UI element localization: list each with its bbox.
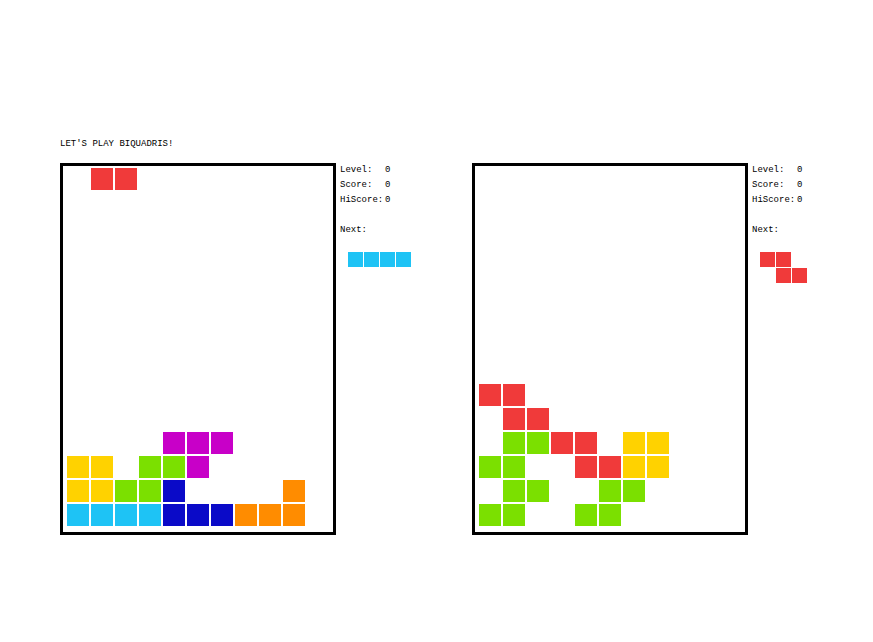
next-piece bbox=[760, 252, 872, 283]
block-cell bbox=[187, 504, 209, 526]
block-cell bbox=[139, 504, 161, 526]
stat-label: HiScore: bbox=[752, 193, 797, 208]
stat-label: Level: bbox=[340, 163, 385, 178]
block-cell bbox=[479, 384, 501, 406]
player-area: Level:0Score:0HiScore:0Next: bbox=[60, 163, 460, 535]
stat-value: 0 bbox=[385, 178, 390, 193]
block-cell bbox=[283, 480, 305, 502]
block-cell bbox=[163, 432, 185, 454]
stat-label: Score: bbox=[340, 178, 385, 193]
block-cell bbox=[599, 504, 621, 526]
block-cell bbox=[527, 408, 549, 430]
next-label: Next: bbox=[752, 223, 872, 238]
block-cell bbox=[623, 432, 645, 454]
block-cell bbox=[211, 504, 233, 526]
block-cell bbox=[139, 456, 161, 478]
block-cell bbox=[503, 384, 525, 406]
block-cell bbox=[623, 480, 645, 502]
block-cell bbox=[479, 504, 501, 526]
player-area: Level:0Score:0HiScore:0Next: bbox=[472, 163, 872, 535]
block-cell bbox=[67, 480, 89, 502]
block-cell bbox=[139, 480, 161, 502]
block-cell bbox=[163, 504, 185, 526]
block-cell bbox=[187, 432, 209, 454]
stat-value: 0 bbox=[797, 163, 802, 178]
board-grid bbox=[479, 168, 745, 526]
block-cell bbox=[91, 480, 113, 502]
block-cell bbox=[647, 456, 669, 478]
block-cell bbox=[503, 504, 525, 526]
stat-value: 0 bbox=[385, 163, 390, 178]
block-cell bbox=[115, 504, 137, 526]
stat-row: HiScore:0 bbox=[340, 193, 460, 208]
next-cell bbox=[760, 252, 775, 267]
info-panel: Level:0Score:0HiScore:0Next: bbox=[340, 163, 460, 283]
stat-row: Score:0 bbox=[752, 178, 872, 193]
block-cell bbox=[115, 168, 137, 190]
block-cell bbox=[163, 456, 185, 478]
block-cell bbox=[623, 456, 645, 478]
game-board bbox=[472, 163, 748, 535]
game-title: LET'S PLAY BIQUADRIS! bbox=[60, 139, 873, 150]
stat-row: HiScore:0 bbox=[752, 193, 872, 208]
block-cell bbox=[503, 456, 525, 478]
block-cell bbox=[259, 504, 281, 526]
block-cell bbox=[67, 504, 89, 526]
stat-label: Score: bbox=[752, 178, 797, 193]
next-cell bbox=[380, 252, 395, 267]
block-cell bbox=[599, 456, 621, 478]
block-cell bbox=[551, 432, 573, 454]
info-panel: Level:0Score:0HiScore:0Next: bbox=[752, 163, 872, 283]
block-cell bbox=[283, 504, 305, 526]
block-cell bbox=[575, 432, 597, 454]
next-cell bbox=[364, 252, 379, 267]
block-cell bbox=[503, 480, 525, 502]
block-cell bbox=[503, 432, 525, 454]
block-cell bbox=[235, 504, 257, 526]
stat-label: HiScore: bbox=[340, 193, 385, 208]
block-cell bbox=[211, 432, 233, 454]
block-cell bbox=[647, 432, 669, 454]
next-label: Next: bbox=[340, 223, 460, 238]
block-cell bbox=[575, 456, 597, 478]
block-cell bbox=[527, 480, 549, 502]
block-cell bbox=[91, 456, 113, 478]
block-cell bbox=[479, 456, 501, 478]
block-cell bbox=[91, 168, 113, 190]
stat-row: Level:0 bbox=[752, 163, 872, 178]
block-cell bbox=[67, 456, 89, 478]
next-cell bbox=[776, 252, 791, 267]
next-piece bbox=[348, 252, 460, 283]
stat-value: 0 bbox=[797, 193, 802, 208]
stat-value: 0 bbox=[797, 178, 802, 193]
game-board bbox=[60, 163, 336, 535]
block-cell bbox=[503, 408, 525, 430]
block-cell bbox=[575, 504, 597, 526]
board-grid bbox=[67, 168, 333, 526]
next-cell bbox=[776, 268, 791, 283]
stat-row: Level:0 bbox=[340, 163, 460, 178]
stat-label: Level: bbox=[752, 163, 797, 178]
next-cell bbox=[792, 268, 807, 283]
next-cell bbox=[396, 252, 411, 267]
block-cell bbox=[91, 504, 113, 526]
block-cell bbox=[163, 480, 185, 502]
block-cell bbox=[599, 480, 621, 502]
next-cell bbox=[348, 252, 363, 267]
block-cell bbox=[115, 480, 137, 502]
stat-row: Score:0 bbox=[340, 178, 460, 193]
stat-value: 0 bbox=[385, 193, 390, 208]
block-cell bbox=[187, 456, 209, 478]
block-cell bbox=[527, 432, 549, 454]
